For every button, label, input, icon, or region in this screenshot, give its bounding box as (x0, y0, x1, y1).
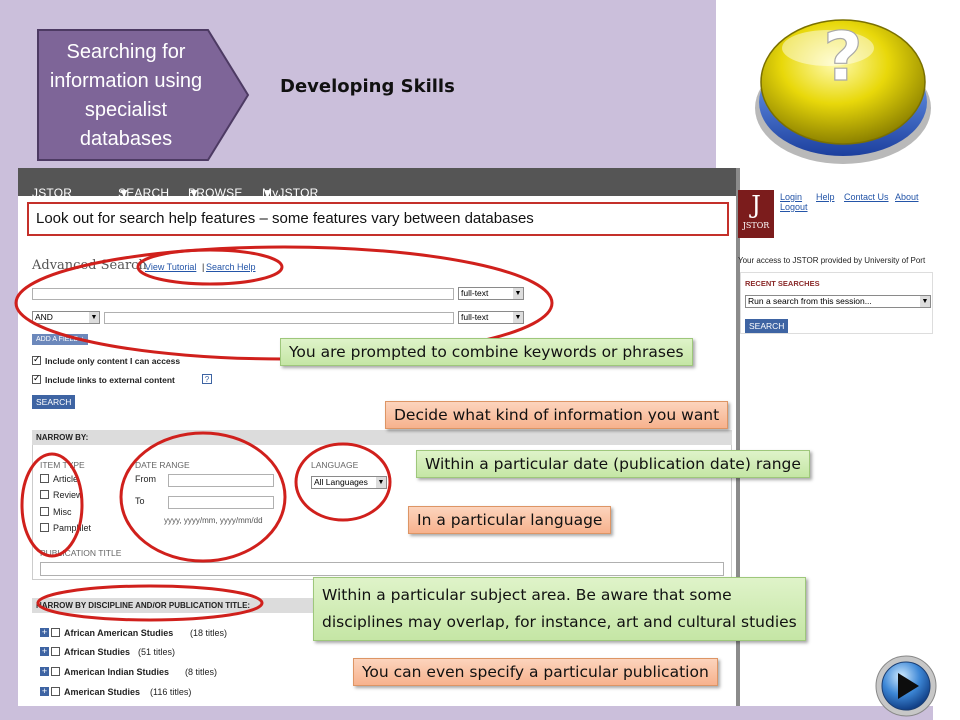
external-links-label: Include links to external content (45, 375, 175, 385)
discipline-count: (18 titles) (190, 628, 228, 638)
callout-combine-keywords: You are prompted to combine keywords or … (280, 338, 693, 366)
callout-publication: You can even specify a particular public… (353, 658, 718, 686)
scope-select-1[interactable]: full-text (458, 287, 524, 300)
discipline-count: (8 titles) (185, 667, 218, 677)
recent-search-button[interactable]: SEARCH (745, 319, 789, 333)
slide-subtitle: Developing Skills (280, 76, 455, 97)
date-range-label: DATE RANGE (135, 460, 190, 470)
plus-icon: + (80, 336, 85, 343)
contact-us-link[interactable]: Contact Us (844, 192, 889, 202)
access-checkbox[interactable]: ✓ (32, 354, 41, 365)
discipline-name[interactable]: American Indian Studies (64, 667, 169, 677)
expand-icon[interactable]: + (40, 667, 49, 676)
jstor-nav-bar: JSTOR HOME SEARCH▼ BROWSE▼ MyJSTOR▼ (18, 168, 736, 214)
svg-text:?: ? (823, 18, 862, 97)
language-label: LANGUAGE (311, 460, 359, 470)
item-type-checkbox[interactable] (40, 507, 49, 516)
item-type-option: Article (53, 474, 79, 484)
item-type-checkbox[interactable] (40, 490, 49, 499)
help-link[interactable]: Help (816, 192, 835, 202)
callout-search-help: Look out for search help features – some… (27, 202, 729, 236)
access-checkbox-label: Include only content I can access (45, 356, 181, 366)
search-help-link[interactable]: Search Help (206, 262, 256, 272)
question-mark-icon[interactable]: ? (748, 10, 938, 170)
callout-decide-information: Decide what kind of information you want (385, 401, 729, 429)
right-edge-strip (933, 182, 960, 720)
callout-language: In a particular language (408, 506, 612, 534)
help-question-icon[interactable]: ? (202, 374, 212, 384)
publication-title-input[interactable] (40, 562, 724, 576)
expand-icon[interactable]: + (40, 628, 49, 637)
search-term-input-2[interactable] (104, 312, 454, 324)
play-icon[interactable] (874, 654, 938, 718)
discipline-name[interactable]: African Studies (64, 647, 130, 657)
recent-searches-select[interactable]: Run a search from this session... (745, 295, 931, 308)
advanced-search-title: Advanced Search (32, 258, 147, 273)
about-link[interactable]: About (895, 192, 919, 202)
date-to-label: To (135, 496, 145, 506)
caret-down-icon: ▼ (262, 186, 275, 200)
access-text: Your access to JSTOR provided by Univers… (738, 256, 926, 265)
caret-down-icon: ▼ (118, 186, 131, 200)
external-links-checkbox[interactable]: ✓ (32, 373, 41, 384)
discipline-name[interactable]: American Studies (64, 687, 140, 697)
discipline-checkbox[interactable] (51, 667, 60, 676)
expand-icon[interactable]: + (40, 687, 49, 696)
add-field-button[interactable]: ADD A FIELD + (32, 334, 89, 345)
advanced-search-button[interactable]: SEARCH (32, 395, 76, 409)
jstor-logo-text: JSTOR (742, 221, 770, 230)
callout-subject-area: Within a particular subject area. Be awa… (313, 577, 806, 641)
item-type-option: Review (53, 490, 83, 500)
link-separator: | (202, 262, 205, 272)
callout-date-range: Within a particular date (publication da… (416, 450, 810, 478)
discipline-checkbox[interactable] (51, 647, 60, 656)
item-type-option: Misc (53, 507, 72, 517)
recent-searches-header: RECENT SEARCHES (745, 279, 820, 288)
jstor-logo: J JSTOR (738, 190, 774, 238)
date-to-input[interactable] (168, 496, 274, 509)
language-select[interactable]: All Languages (311, 476, 387, 489)
slide-title: Searching for information using speciali… (49, 41, 203, 150)
date-from-input[interactable] (168, 474, 274, 487)
callout-subject-line: Within a particular subject area. Be awa… (322, 586, 732, 604)
view-tutorial-link[interactable]: View Tutorial (145, 262, 196, 272)
item-type-option: Pamphlet (53, 523, 92, 533)
discipline-count: (116 titles) (150, 687, 192, 697)
scope-select-2[interactable]: full-text (458, 311, 524, 324)
operator-select[interactable]: AND (32, 311, 100, 324)
discipline-name[interactable]: African American Studies (64, 628, 173, 638)
caret-down-icon: ▼ (188, 186, 201, 200)
narrow-by-header: NARROW BY: (32, 430, 732, 445)
item-type-checkbox[interactable] (40, 474, 49, 483)
item-type-checkbox[interactable] (40, 523, 49, 532)
discipline-checkbox[interactable] (51, 628, 60, 637)
logout-link[interactable]: Logout (780, 202, 808, 212)
discipline-count: (51 titles) (138, 647, 176, 657)
discipline-checkbox[interactable] (51, 687, 60, 696)
search-term-input-1[interactable] (32, 288, 454, 300)
jstor-logo-mark: J (751, 191, 761, 219)
publication-title-label: PUBLICATION TITLE (40, 548, 122, 558)
recent-searches-box: RECENT SEARCHES Run a search from this s… (740, 272, 933, 334)
item-type-label: ITEM TYPE (40, 460, 85, 470)
login-link[interactable]: Login (780, 192, 802, 202)
date-format-hint: yyyy, yyyy/mm, yyyy/mm/dd (164, 516, 263, 525)
date-from-label: From (135, 474, 156, 484)
expand-icon[interactable]: + (40, 647, 49, 656)
callout-subject-line: disciplines may overlap, for instance, a… (322, 613, 797, 631)
